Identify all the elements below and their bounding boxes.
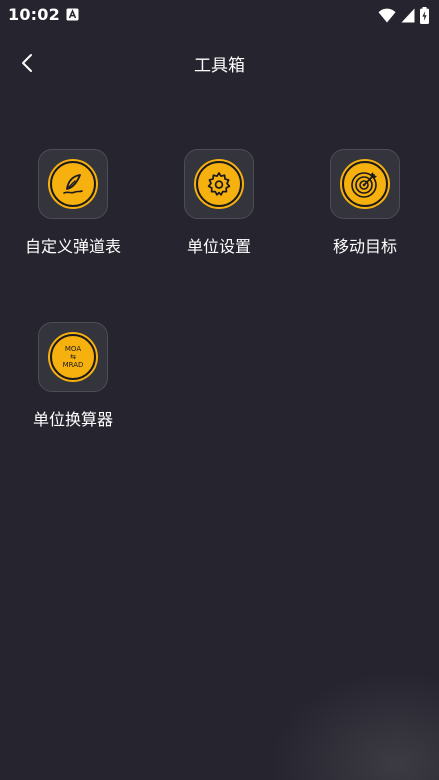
status-icons [378, 6, 429, 24]
tool-label: 单位换算器 [32, 410, 113, 429]
tool-tile[interactable]: MOA ⇆ MRAD [38, 322, 108, 392]
tool-moving-target[interactable]: 移动目标 [292, 149, 438, 257]
tool-tile[interactable] [38, 149, 108, 219]
icon-coin [196, 161, 242, 207]
tool-unit-converter[interactable]: MOA ⇆ MRAD 单位换算器 [0, 322, 146, 430]
moa-mrad-icon: MOA ⇆ MRAD [63, 345, 84, 369]
icon-coin [342, 161, 388, 207]
tool-label: 自定义弹道表 [24, 237, 121, 256]
icon-coin [50, 161, 96, 207]
moa-label: MOA [64, 345, 82, 353]
tool-label: 单位设置 [186, 237, 251, 256]
tool-custom-ballistic-table[interactable]: 自定义弹道表 [0, 149, 146, 257]
app-bar: 工具箱 [0, 40, 439, 86]
tool-tile[interactable] [330, 149, 400, 219]
corner-glow [269, 670, 439, 780]
swap-arrows-icon: ⇆ [70, 353, 76, 361]
tool-label: 移动目标 [332, 237, 397, 256]
gear-icon [207, 172, 231, 196]
a-box-icon [66, 8, 79, 21]
tool-unit-settings[interactable]: 单位设置 [146, 149, 292, 257]
tool-tile[interactable] [184, 149, 254, 219]
battery-charging-icon [420, 6, 429, 24]
cell-signal-icon [401, 8, 415, 22]
status-time: 10:02 [8, 5, 60, 24]
icon-coin: MOA ⇆ MRAD [50, 334, 96, 380]
status-bar: 10:02 [0, 0, 439, 32]
target-icon [351, 172, 377, 198]
page-title: 工具箱 [194, 56, 245, 76]
wifi-icon [378, 8, 396, 22]
mrad-label: MRAD [62, 361, 84, 369]
feather-pen-icon [63, 174, 83, 194]
